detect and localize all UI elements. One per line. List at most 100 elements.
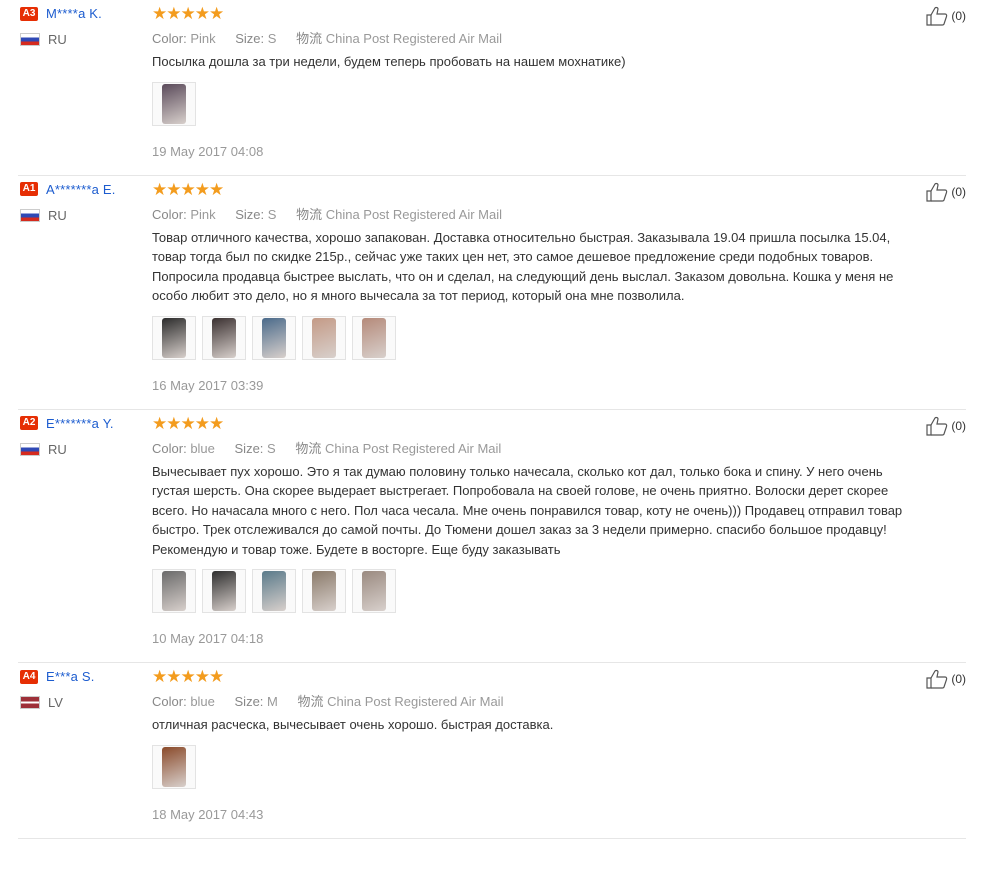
review-item: A4 E***a S. LV ★★★★★ Color: blue Size: M… (18, 663, 966, 839)
review-photo-thumbnail[interactable] (202, 315, 246, 360)
reviewer-country: LV (20, 695, 150, 710)
star-rating: ★★★★★ (152, 667, 224, 686)
review-date: 19 May 2017 04:08 (152, 143, 264, 159)
shipping-value: China Post Registered Air Mail (325, 206, 503, 222)
shipping-value: China Post Registered Air Mail (325, 31, 503, 46)
reviewer-name-row: A1 A*******a E. (20, 182, 150, 197)
photo-thumbnail-icon (312, 317, 336, 358)
star-rating: ★★★★★ (152, 4, 224, 23)
reviewer-info: A4 E***a S. LV (20, 669, 150, 710)
review-photo-thumbnail[interactable] (302, 569, 346, 613)
shipping-attribute: 物流 China Post Registered Air Mail (296, 207, 502, 222)
country-flag-icon (20, 696, 40, 709)
reviewer-info: A1 A*******a E. RU (20, 182, 150, 223)
reviewer-name-row: A4 E***a S. (20, 669, 150, 684)
review-photo-thumbnail[interactable] (352, 569, 396, 613)
photo-thumbnail-icon (262, 571, 286, 611)
helpful-button[interactable]: (0) (926, 182, 966, 202)
review-text: Вычесывает пух хорошо. Это я так думаю п… (152, 463, 903, 557)
color-attribute: Color: Pink (152, 31, 216, 46)
review-photo-thumbnail[interactable] (152, 81, 196, 126)
thumbs-up-icon[interactable] (926, 6, 948, 26)
size-label: Size: (235, 31, 265, 46)
review-body: ★★★★★ Color: Pink Size: S 物流 China Post … (152, 0, 966, 175)
size-attribute: Size: S (235, 31, 276, 46)
shipping-label: 物流 (296, 31, 323, 46)
size-value: S (267, 31, 277, 46)
order-attributes: Color: blue Size: S 物流 China Post Regist… (152, 438, 906, 456)
country-code: RU (48, 441, 67, 457)
review-photo-thumbnail[interactable] (152, 315, 196, 360)
photo-thumbnail-icon (212, 571, 236, 611)
review-photo-thumbnail[interactable] (252, 315, 296, 360)
color-attribute: Color: Pink (152, 207, 216, 222)
thumbs-up-icon[interactable] (926, 669, 948, 689)
order-attributes: Color: Pink Size: S 物流 China Post Regist… (152, 204, 906, 222)
photo-thumbnail-icon (162, 317, 186, 358)
color-label: Color: (152, 440, 187, 456)
color-attribute: Color: blue (152, 694, 215, 709)
helpful-button[interactable]: (0) (926, 416, 966, 436)
reviews-list: A3 M****a K. RU ★★★★★ Color: Pink Size: … (0, 0, 1000, 839)
star-rating: ★★★★★ (152, 413, 224, 433)
star-rating: ★★★★★ (152, 179, 224, 199)
photo-thumbnail-icon (162, 83, 186, 124)
shipping-attribute: 物流 China Post Registered Air Mail (295, 441, 501, 456)
color-value: blue (190, 440, 215, 456)
buyer-level-badge: A1 (20, 182, 38, 196)
reviewer-name[interactable]: A*******a E. (46, 182, 116, 197)
color-label: Color: (152, 694, 187, 709)
review-date: 10 May 2017 04:18 (152, 631, 264, 646)
reviewer-name-row: A3 M****a K. (20, 6, 150, 21)
review-text: отличная расческа, вычесывает очень хоро… (152, 717, 554, 732)
reviewer-name[interactable]: E*******a Y. (46, 416, 114, 431)
photo-thumbnail-icon (312, 571, 336, 611)
shipping-label: 物流 (295, 440, 322, 456)
review-photo-thumbnail[interactable] (152, 569, 196, 613)
review-photo-thumbnail[interactable] (302, 315, 346, 360)
photo-thumbnail-icon (362, 571, 386, 611)
helpful-button[interactable]: (0) (926, 669, 966, 689)
country-flag-icon (20, 33, 40, 46)
shipping-value: China Post Registered Air Mail (327, 694, 504, 709)
review-date: 18 May 2017 04:43 (152, 806, 264, 822)
order-attributes: Color: blue Size: M 物流 China Post Regist… (152, 691, 906, 709)
order-attributes: Color: Pink Size: S 物流 China Post Regist… (152, 28, 906, 46)
buyer-level-badge: A4 (20, 669, 38, 684)
color-value: Pink (190, 206, 216, 222)
photo-thumbnail-icon (262, 317, 286, 358)
helpful-count: (0) (951, 9, 966, 23)
review-body: ★★★★★ Color: Pink Size: S 物流 China Post … (152, 176, 966, 409)
review-photo-thumbnail[interactable] (252, 569, 296, 613)
review-item: A1 A*******a E. RU ★★★★★ Color: Pink Siz… (18, 176, 966, 410)
review-photos (152, 81, 906, 126)
review-photo-thumbnail[interactable] (152, 744, 196, 789)
review-body: ★★★★★ Color: blue Size: S 物流 China Post … (152, 410, 966, 663)
reviewer-info: A3 M****a K. RU (20, 6, 150, 47)
review-date: 16 May 2017 03:39 (152, 377, 264, 393)
country-code: RU (48, 207, 67, 223)
country-code: LV (48, 695, 63, 710)
buyer-level-badge: A3 (20, 6, 38, 21)
size-attribute: Size: S (235, 441, 276, 456)
review-body: ★★★★★ Color: blue Size: M 物流 China Post … (152, 663, 966, 838)
review-text: Товар отличного качества, хорошо запаков… (152, 229, 894, 304)
review-photo-thumbnail[interactable] (202, 569, 246, 613)
country-flag-icon (20, 442, 40, 456)
shipping-label: 物流 (296, 206, 323, 222)
size-attribute: Size: M (235, 694, 278, 709)
color-value: Pink (190, 31, 216, 46)
review-photos (152, 315, 906, 360)
reviewer-name[interactable]: M****a K. (46, 6, 102, 21)
reviewer-name[interactable]: E***a S. (46, 669, 95, 684)
review-photo-thumbnail[interactable] (352, 315, 396, 360)
reviewer-info: A2 E*******a Y. RU (20, 416, 150, 457)
helpful-button[interactable]: (0) (926, 6, 966, 26)
thumbs-up-icon[interactable] (926, 416, 948, 436)
shipping-value: China Post Registered Air Mail (324, 440, 502, 456)
reviewer-country: RU (20, 442, 150, 457)
review-item: A2 E*******a Y. RU ★★★★★ Color: blue Siz… (18, 410, 966, 663)
shipping-label: 物流 (297, 694, 324, 709)
reviewer-country: RU (20, 208, 150, 223)
thumbs-up-icon[interactable] (926, 182, 948, 202)
